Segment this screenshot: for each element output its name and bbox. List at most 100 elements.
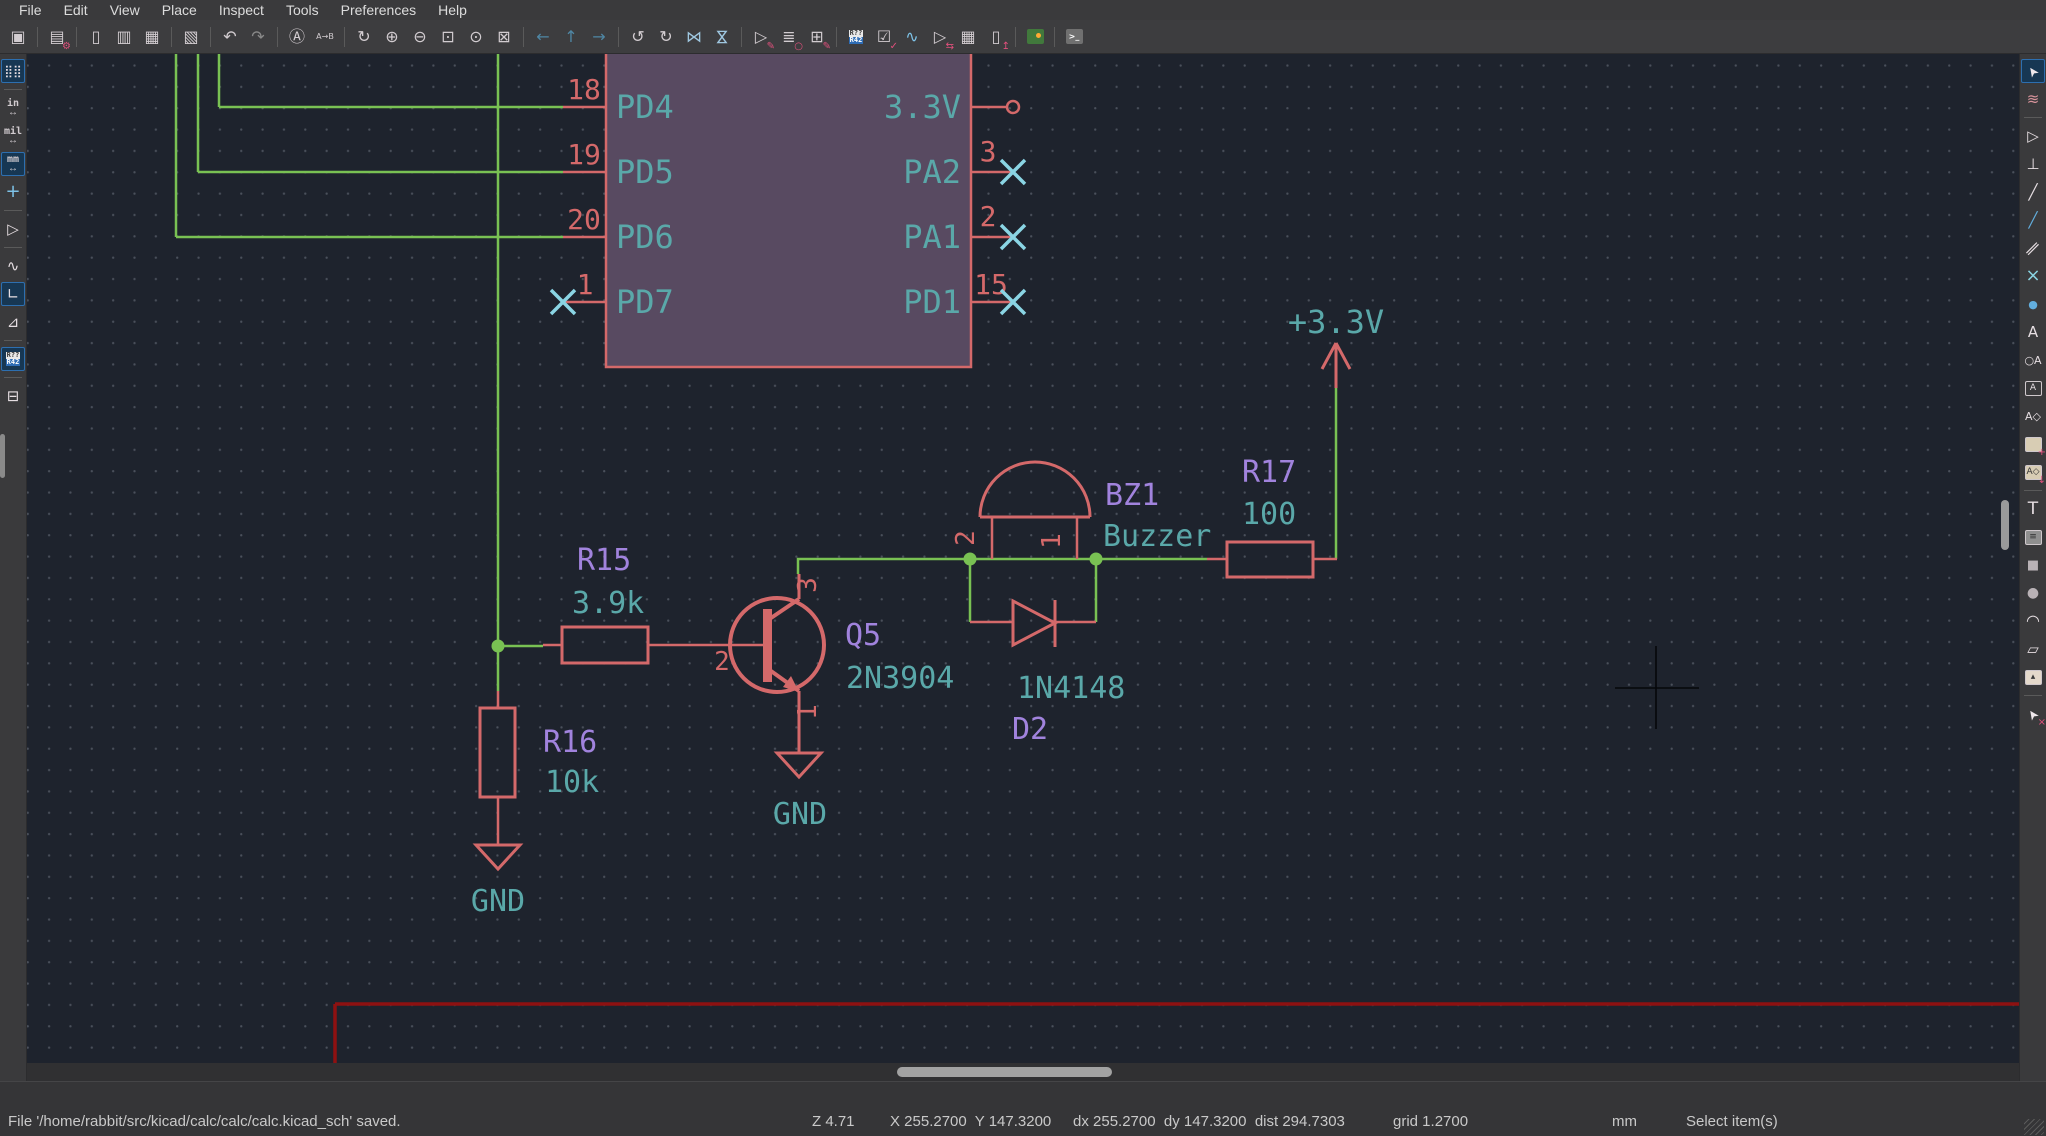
image-tool[interactable]: ▴ — [2021, 665, 2045, 689]
reference-label[interactable]: D2 — [1012, 712, 1048, 747]
reference-label[interactable]: Q5 — [845, 618, 881, 653]
hv-wires-button[interactable]: ∟ — [1, 282, 25, 306]
zoom-in-button[interactable]: ⊕ — [379, 24, 405, 50]
junction-tool[interactable]: ● — [2021, 292, 2045, 316]
hierarchical-label-tool[interactable]: A — [2021, 376, 2045, 400]
place-power-port-tool[interactable]: ⊥ — [2021, 152, 2045, 176]
auto-annotate-button[interactable]: R??R42 — [1, 347, 25, 371]
menu-help[interactable]: Help — [427, 1, 478, 20]
redo-button[interactable]: ↷ — [245, 24, 271, 50]
schematic-symbol-ic[interactable]: 18 19 20 1 3 2 15 PD4 PD5 PD6 PD7 3.3V P… — [563, 54, 1019, 367]
rotate-cw-button[interactable]: ↻ — [653, 24, 679, 50]
value-label[interactable]: 1N4148 — [1017, 671, 1125, 706]
no-connect-tool[interactable]: × — [2021, 264, 2045, 288]
bus-entry-tool[interactable]: ∥ — [2021, 236, 2045, 260]
export-bom-button[interactable]: ▯↥ — [983, 24, 1009, 50]
text-tool[interactable]: T — [2021, 497, 2045, 521]
menu-tools[interactable]: Tools — [275, 1, 330, 20]
arc-tool[interactable]: ◠ — [2021, 609, 2045, 633]
print-button[interactable]: ▥ — [111, 24, 137, 50]
nav-back-button[interactable]: ← — [530, 24, 556, 50]
pcb-editor-button[interactable] — [1022, 24, 1048, 50]
reference-label[interactable]: R17 — [1242, 455, 1296, 490]
menu-view[interactable]: View — [99, 1, 151, 20]
mirror-horizontal-button[interactable]: ⋈ — [681, 24, 707, 50]
units-inches-button[interactable]: in↔ — [1, 96, 25, 120]
nav-forward-button[interactable]: → — [586, 24, 612, 50]
panel-grabber[interactable] — [0, 434, 5, 478]
mirror-vertical-button[interactable]: ⋈ — [709, 24, 735, 50]
units-mils-button[interactable]: mil↔ — [1, 124, 25, 148]
circle-tool[interactable]: ● — [2021, 581, 2045, 605]
horizontal-scrollbar-thumb[interactable] — [897, 1067, 1112, 1077]
horizontal-scrollbar-track[interactable] — [27, 1063, 2019, 1081]
polygon-tool[interactable]: ▱ — [2021, 637, 2045, 661]
paste-button[interactable]: ▧ — [178, 24, 204, 50]
find-replace-button[interactable]: A→B — [312, 24, 338, 50]
zoom-selection-button[interactable]: ⊠ — [491, 24, 517, 50]
annotate-button[interactable]: R??R42 — [843, 24, 869, 50]
zoom-fit-page-button[interactable]: ⊡ — [435, 24, 461, 50]
zoom-out-button[interactable]: ⊖ — [407, 24, 433, 50]
symbol-fields-table-button[interactable]: ▦ — [955, 24, 981, 50]
text-box-tool[interactable]: ≡ — [2021, 525, 2045, 549]
reference-label[interactable]: BZ1 — [1105, 478, 1159, 513]
units-mm-button[interactable]: mm↔ — [1, 152, 25, 176]
value-label[interactable]: 10k — [545, 765, 599, 800]
nav-up-button[interactable]: ↑ — [558, 24, 584, 50]
grid-toggle-button[interactable]: ⣿⣿ — [1, 59, 25, 83]
page-settings-button[interactable]: ▯ — [83, 24, 109, 50]
erc-button[interactable]: ☑✓ — [871, 24, 897, 50]
value-label[interactable]: Buzzer — [1103, 519, 1211, 554]
net-label-tool[interactable]: A — [2021, 320, 2045, 344]
place-symbol-tool[interactable]: ▷ — [2021, 124, 2045, 148]
draw-wire-tool[interactable]: ╱ — [2021, 180, 2045, 204]
zoom-fit-objects-button[interactable]: ⊙ — [463, 24, 489, 50]
gnd-label[interactable]: GND — [471, 884, 525, 919]
save-button[interactable]: ▣ — [5, 24, 31, 50]
scripting-console-button[interactable]: >_ — [1061, 24, 1087, 50]
menu-edit[interactable]: Edit — [53, 1, 99, 20]
value-label[interactable]: 2N3904 — [846, 661, 954, 696]
resize-grip[interactable] — [2024, 1119, 2044, 1135]
show-hidden-pins-button[interactable]: ▷ — [1, 217, 25, 241]
schematic-canvas[interactable]: 18 19 20 1 3 2 15 PD4 PD5 PD6 PD7 3.3V P… — [27, 54, 2019, 1063]
power-label[interactable]: +3.3V — [1288, 303, 1384, 341]
hierarchy-navigator-button[interactable]: ⊟ — [1, 384, 25, 408]
simulator-button[interactable]: ∿ — [899, 24, 925, 50]
global-label-tool[interactable]: ○A — [2021, 348, 2045, 372]
menu-preferences[interactable]: Preferences — [330, 1, 427, 20]
value-label[interactable]: 3.9k — [572, 586, 644, 621]
rotate-ccw-button[interactable]: ↺ — [625, 24, 651, 50]
reference-label[interactable]: R16 — [543, 725, 597, 760]
symbol-editor-button[interactable]: ▷✎ — [748, 24, 774, 50]
import-sheet-pin-tool[interactable]: A◇↓ — [2021, 460, 2045, 484]
find-button[interactable]: Ⓐ — [284, 24, 310, 50]
draw-bus-tool[interactable]: ╱ — [2021, 208, 2045, 232]
wires-45-button[interactable]: ⊿ — [1, 310, 25, 334]
gnd-label[interactable]: GND — [773, 797, 827, 832]
edit-symbols-button[interactable]: ⊞✎ — [804, 24, 830, 50]
menu-place[interactable]: Place — [151, 1, 208, 20]
rectangle-tool[interactable]: ■ — [2021, 553, 2045, 577]
net-label-tool-icon: A — [2028, 325, 2038, 340]
highlight-net-tool[interactable]: ≋ — [2021, 87, 2045, 111]
select-tool[interactable]: ➤ — [2021, 59, 2045, 83]
symbol-browser-button[interactable]: ≣○ — [776, 24, 802, 50]
free-angle-wires-button[interactable]: ∿ — [1, 254, 25, 278]
refresh-button[interactable]: ↻ — [351, 24, 377, 50]
assign-footprints-button[interactable]: ▷⇆ — [927, 24, 953, 50]
undo-button[interactable]: ↶ — [217, 24, 243, 50]
menu-inspect[interactable]: Inspect — [208, 1, 275, 20]
value-label[interactable]: 100 — [1242, 497, 1296, 532]
delete-tool[interactable]: ➤× — [2021, 702, 2045, 726]
menu-file[interactable]: File — [8, 1, 53, 20]
schematic-setup-button[interactable]: ▤⚙ — [44, 24, 70, 50]
crosshair-style-button[interactable]: + — [1, 180, 25, 204]
reference-label[interactable]: R15 — [577, 543, 631, 578]
toolbar-separator — [618, 27, 619, 47]
plot-button[interactable]: ▦ — [139, 24, 165, 50]
vertical-scrollbar[interactable] — [2001, 500, 2009, 550]
netclass-directive-tool[interactable]: A◇ — [2021, 404, 2045, 428]
place-sheet-tool[interactable]: + — [2021, 432, 2045, 456]
